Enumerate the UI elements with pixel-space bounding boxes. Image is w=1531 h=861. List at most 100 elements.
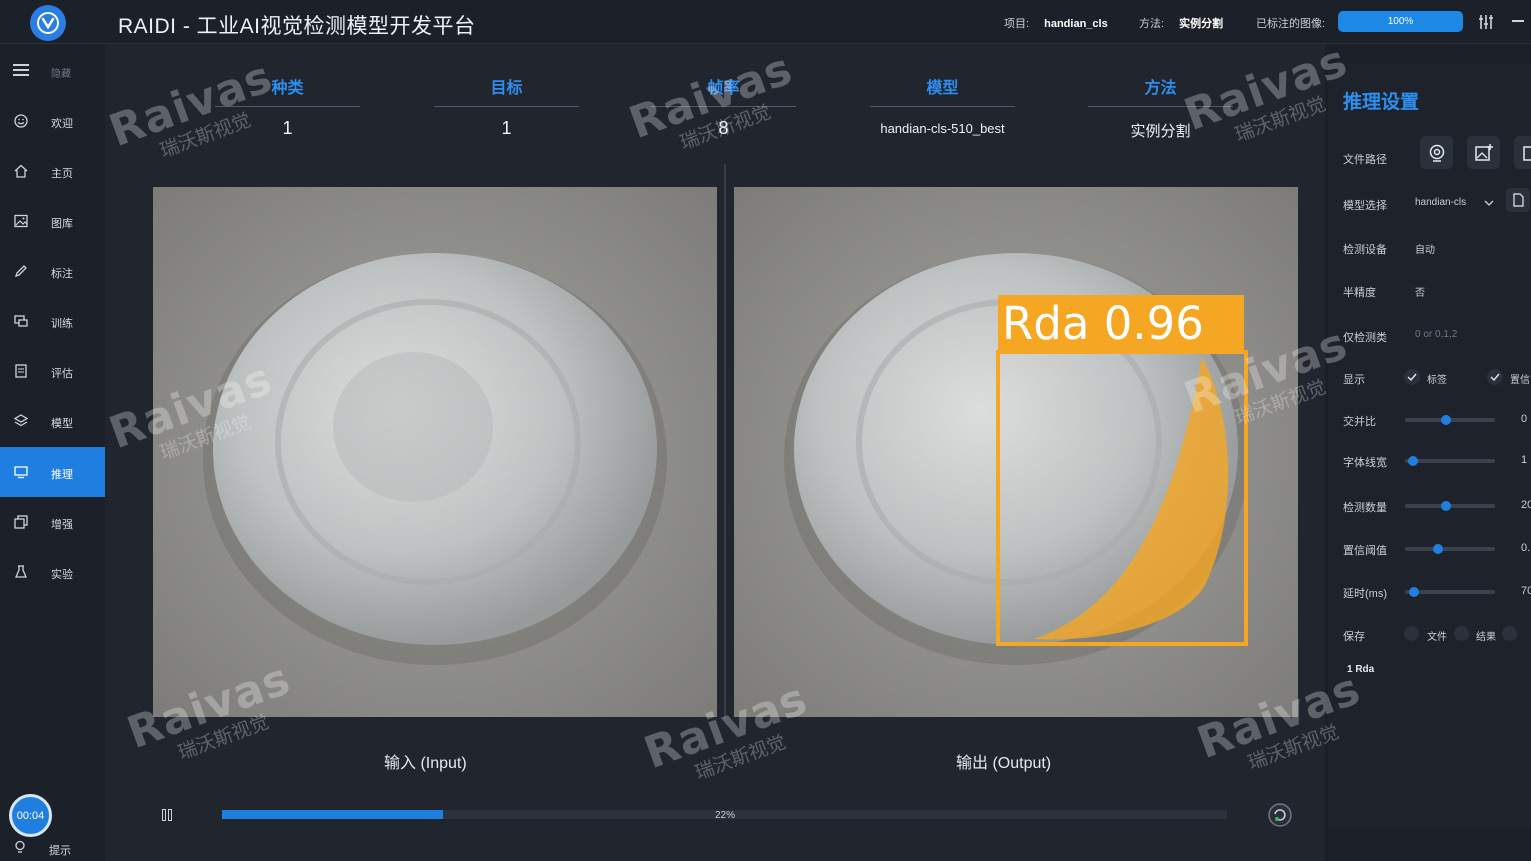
timer-badge: 00:04 <box>9 794 52 837</box>
delay-row: 延时(ms) 70 <box>1343 582 1531 602</box>
max-det-slider[interactable] <box>1405 501 1495 511</box>
pencil-icon <box>14 265 27 278</box>
sidebar-item-label: 训练 <box>51 318 73 330</box>
show-confidence-checkbox[interactable] <box>1487 369 1503 385</box>
result-summary: 1 Rda <box>1347 664 1375 675</box>
confidence-row: 置信阈值 0. <box>1343 539 1531 559</box>
copy-icon <box>14 515 28 529</box>
stat-value: 1 <box>282 118 293 138</box>
replay-icon[interactable] <box>1267 802 1293 828</box>
classes-input[interactable]: 0 or 0,1,2 <box>1415 329 1457 340</box>
logo-icon <box>37 12 59 34</box>
confidence-slider[interactable] <box>1405 544 1495 554</box>
file-icon <box>1513 193 1524 207</box>
max-det-row: 检测数量 20 <box>1343 496 1531 516</box>
slider-handle[interactable] <box>1441 415 1451 425</box>
sidebar: 隐藏 欢迎 主页 图库 标注 训练 评估 模型 推理 增强 实验 00:04 提… <box>0 44 105 861</box>
max-det-value: 20 <box>1521 499 1531 511</box>
weld-spot-result-image <box>734 187 1298 717</box>
sidebar-item-model[interactable]: 模型 <box>0 396 105 446</box>
webcam-button[interactable] <box>1420 136 1453 169</box>
slider-handle[interactable] <box>1433 544 1443 554</box>
file-path-label: 文件路径 <box>1343 154 1387 166</box>
tip-button[interactable]: 提示 <box>0 837 105 861</box>
delay-value: 70 <box>1521 585 1531 597</box>
layers-icon <box>13 414 29 427</box>
slider-handle[interactable] <box>1408 456 1419 466</box>
stat-head: 种类 <box>215 74 360 107</box>
show-confidence-text: 置信 <box>1510 375 1530 386</box>
method-label: 方法: <box>1139 18 1165 30</box>
sidebar-item-home[interactable]: 主页 <box>0 146 105 196</box>
sidebar-item-label: 实验 <box>51 569 73 581</box>
stat-value: 8 <box>718 118 729 138</box>
sidebar-item-inference[interactable]: 推理 <box>0 447 105 497</box>
delay-label: 延时(ms) <box>1343 588 1387 600</box>
panel-divider <box>724 164 726 719</box>
document-icon <box>15 364 27 378</box>
sidebar-item-experiment[interactable]: 实验 <box>0 547 105 597</box>
sidebar-item-gallery[interactable]: 图库 <box>0 196 105 246</box>
iou-slider[interactable] <box>1405 415 1495 425</box>
sidebar-item-label: 模型 <box>51 418 73 430</box>
save-file-radio[interactable] <box>1404 626 1419 641</box>
sidebar-item-train[interactable]: 训练 <box>0 296 105 346</box>
model-file-button[interactable] <box>1506 188 1530 212</box>
sidebar-item-label: 图库 <box>51 218 73 230</box>
check-icon <box>1407 373 1417 382</box>
hamburger-icon[interactable] <box>13 64 29 76</box>
sidebar-item-augment[interactable]: 增强 <box>0 497 105 547</box>
save-result-radio[interactable] <box>1454 626 1469 641</box>
settings-title: 推理设置 <box>1343 92 1420 113</box>
app-logo <box>30 5 66 41</box>
check-icon <box>1490 373 1500 382</box>
stat-head: 帧率 <box>651 74 796 107</box>
playback-progress-fill <box>222 810 444 819</box>
half-precision-row: 半精度 否 <box>1343 281 1531 301</box>
sidebar-item-evaluate[interactable]: 评估 <box>0 346 105 396</box>
slider-handle[interactable] <box>1441 501 1451 511</box>
stat-value: 1 <box>501 118 512 138</box>
delay-slider[interactable] <box>1405 587 1495 597</box>
iou-value: 0 <box>1521 413 1528 425</box>
device-label: 检测设备 <box>1343 244 1387 256</box>
folder-icon <box>1522 145 1531 161</box>
method-info: 方法: 实例分割 <box>1139 15 1223 31</box>
chevron-down-icon[interactable] <box>1484 199 1494 207</box>
max-det-label: 检测数量 <box>1343 502 1387 514</box>
sidebar-item-label: 评估 <box>51 368 73 380</box>
sidebar-toggle[interactable]: 隐藏 <box>0 58 105 84</box>
stat-value: 实例分割 <box>1130 123 1191 140</box>
half-precision-value[interactable]: 否 <box>1415 284 1425 299</box>
save-extra-radio[interactable] <box>1502 626 1517 641</box>
slider-handle[interactable] <box>1409 587 1419 597</box>
iou-row: 交并比 0 <box>1343 410 1531 430</box>
project-value: handian_cls <box>1044 18 1108 30</box>
line-width-slider[interactable] <box>1405 456 1495 466</box>
half-precision-label: 半精度 <box>1343 287 1376 299</box>
model-select-value[interactable]: handian-cls <box>1415 197 1466 208</box>
device-row: 检测设备 自动 <box>1343 238 1531 258</box>
show-label-checkbox[interactable] <box>1404 369 1420 385</box>
sliders-icon[interactable] <box>1476 12 1496 32</box>
add-image-button[interactable] <box>1467 136 1500 169</box>
project-label: 项目: <box>1004 18 1030 30</box>
display-label: 显示 <box>1343 374 1365 386</box>
tip-label: 提示 <box>49 845 71 857</box>
lightbulb-icon <box>15 840 25 853</box>
device-value[interactable]: 自动 <box>1415 241 1435 256</box>
smile-icon <box>14 114 28 128</box>
show-label-text: 标签 <box>1427 375 1447 386</box>
sidebar-item-annotate[interactable]: 标注 <box>0 246 105 296</box>
sidebar-item-welcome[interactable]: 欢迎 <box>0 96 105 146</box>
stat-head: 方法 <box>1088 74 1233 107</box>
confidence-label: 置信阈值 <box>1343 545 1387 557</box>
line-width-value: 1 <box>1521 454 1528 466</box>
stat-head: 目标 <box>434 74 579 107</box>
input-caption: 输入 (Input) <box>384 755 467 772</box>
sidebar-item-label: 欢迎 <box>51 118 73 130</box>
pause-icon[interactable] <box>162 808 174 821</box>
folder-button[interactable] <box>1514 136 1531 169</box>
minimize-icon[interactable] <box>1512 20 1524 22</box>
weld-spot-image <box>153 187 717 717</box>
